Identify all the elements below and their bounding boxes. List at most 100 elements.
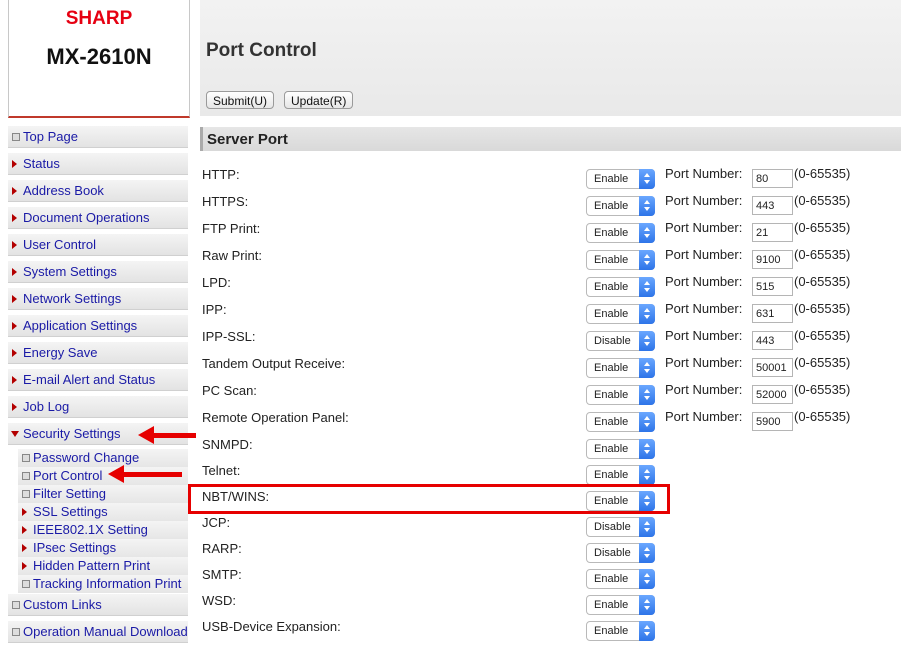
ipp-ssl-port-input[interactable]: 443	[752, 331, 793, 350]
port-number-label: Port Number:	[665, 355, 743, 370]
jcp-select[interactable]: Disable	[586, 517, 655, 537]
sidebar-item-network-settings[interactable]: Network Settings	[8, 288, 188, 310]
select-value: Enable	[594, 573, 629, 585]
sidebar-subitem-tracking-information-print[interactable]: Tracking Information Print	[18, 575, 188, 593]
smtp-select[interactable]: Enable	[586, 569, 655, 589]
sidebar-subitem-label: IEEE802.1X Setting	[33, 522, 148, 537]
sidebar-item-label: Document Operations	[23, 210, 150, 225]
sidebar-item-system-settings[interactable]: System Settings	[8, 261, 188, 283]
sidebar-subitem-ieee802-1x-setting[interactable]: IEEE802.1X Setting	[18, 521, 188, 539]
triangle-right-icon	[12, 268, 17, 276]
sidebar-subitem-label: SSL Settings	[33, 504, 108, 519]
port-range-label: (0-65535)	[794, 247, 851, 262]
sidebar-subitem-hidden-pattern-print[interactable]: Hidden Pattern Print	[18, 557, 188, 575]
square-bullet-icon	[22, 472, 30, 480]
raw-print-port-input[interactable]: 9100	[752, 250, 793, 269]
sidebar-item-operation-manual-download[interactable]: Operation Manual Download	[8, 621, 188, 643]
select-value: Enable	[594, 443, 629, 455]
sidebar-item-label: E-mail Alert and Status	[23, 372, 156, 387]
port-range-label: (0-65535)	[794, 220, 851, 235]
sidebar-item-top-page[interactable]: Top Page	[8, 126, 188, 148]
port-number-label: Port Number:	[665, 301, 743, 316]
sidebar-subitem-label: IPsec Settings	[33, 540, 117, 555]
sidebar-item-application-settings[interactable]: Application Settings	[8, 315, 188, 337]
https-select[interactable]: Enable	[586, 196, 655, 216]
row-label-wsd: WSD:	[202, 593, 236, 608]
sidebar-subitem-filter-setting[interactable]: Filter Setting	[18, 485, 188, 503]
row-label-http: HTTP:	[202, 167, 240, 182]
pc-scan-select[interactable]: Enable	[586, 385, 655, 405]
sidebar-item-energy-save[interactable]: Energy Save	[8, 342, 188, 364]
port-range-label: (0-65535)	[794, 355, 851, 370]
square-bullet-icon	[12, 628, 20, 636]
telnet-select[interactable]: Enable	[586, 465, 655, 485]
lpd-select[interactable]: Enable	[586, 277, 655, 297]
sidebar-item-document-operations[interactable]: Document Operations	[8, 207, 188, 229]
snmpd-select[interactable]: Enable	[586, 439, 655, 459]
https-port-input[interactable]: 443	[752, 196, 793, 215]
triangle-right-icon	[12, 376, 17, 384]
tandem-output-receive-port-input[interactable]: 50001	[752, 358, 793, 377]
triangle-right-icon	[12, 322, 17, 330]
submit-button[interactable]: Submit(U)	[206, 91, 275, 109]
remote-operation-panel-port-input[interactable]: 5900	[752, 412, 793, 431]
row-label-https: HTTPS:	[202, 194, 249, 209]
select-value: Enable	[594, 416, 629, 428]
row-label-smtp: SMTP:	[202, 567, 242, 582]
sidebar-item-status[interactable]: Status	[8, 153, 188, 175]
usb-device-expansion-select[interactable]: Enable	[586, 621, 655, 641]
triangle-right-icon	[22, 526, 27, 534]
select-value: Enable	[594, 362, 629, 374]
http-select[interactable]: Enable	[586, 169, 655, 189]
sidebar-subitem-label: Hidden Pattern Print	[33, 558, 151, 573]
select-chevron-icon	[639, 331, 655, 351]
port-number-label: Port Number:	[665, 328, 743, 343]
annotation-arrow-security-settings	[138, 426, 196, 444]
port-number-label: Port Number:	[665, 166, 743, 181]
ipp-select[interactable]: Enable	[586, 304, 655, 324]
row-label-tandem-output-receive: Tandem Output Receive:	[202, 356, 346, 371]
row-label-ftp-print: FTP Print:	[202, 221, 261, 236]
sidebar-item-job-log[interactable]: Job Log	[8, 396, 188, 418]
ftp-print-select[interactable]: Enable	[586, 223, 655, 243]
ftp-print-port-input[interactable]: 21	[752, 223, 793, 242]
row-label-remote-operation-panel: Remote Operation Panel:	[202, 410, 349, 425]
raw-print-select[interactable]: Enable	[586, 250, 655, 270]
port-range-label: (0-65535)	[794, 274, 851, 289]
sidebar-item-label: Top Page	[23, 129, 78, 144]
sidebar-subitem-ssl-settings[interactable]: SSL Settings	[18, 503, 188, 521]
sidebar-item-user-control[interactable]: User Control	[8, 234, 188, 256]
section-header: Server Port	[200, 127, 901, 151]
port-number-label: Port Number:	[665, 409, 743, 424]
remote-operation-panel-select[interactable]: Enable	[586, 412, 655, 432]
port-range-label: (0-65535)	[794, 166, 851, 181]
select-value: Enable	[594, 469, 629, 481]
brand-logo: SHARP	[65, 8, 133, 29]
row-label-ipp: IPP:	[202, 302, 227, 317]
triangle-right-icon	[12, 241, 17, 249]
select-value: Enable	[594, 227, 629, 239]
lpd-port-input[interactable]: 515	[752, 277, 793, 296]
wsd-select[interactable]: Enable	[586, 595, 655, 615]
tandem-output-receive-select[interactable]: Enable	[586, 358, 655, 378]
select-chevron-icon	[639, 223, 655, 243]
triangle-right-icon	[12, 295, 17, 303]
sidebar-item-custom-links[interactable]: Custom Links	[8, 594, 188, 616]
port-range-label: (0-65535)	[794, 328, 851, 343]
http-port-input[interactable]: 80	[752, 169, 793, 188]
ipp-port-input[interactable]: 631	[752, 304, 793, 323]
ipp-ssl-select[interactable]: Disable	[586, 331, 655, 351]
update-button[interactable]: Update(R)	[284, 91, 354, 109]
model-name: MX-2610N	[46, 44, 152, 69]
rarp-select[interactable]: Disable	[586, 543, 655, 563]
highlight-box-nbt-wins	[188, 484, 670, 514]
sidebar-item-address-book[interactable]: Address Book	[8, 180, 188, 202]
sidebar-item-e-mail-alert-and-status[interactable]: E-mail Alert and Status	[8, 369, 188, 391]
sidebar-subitem-label: Port Control	[33, 468, 103, 483]
triangle-right-icon	[12, 349, 17, 357]
select-chevron-icon	[639, 196, 655, 216]
pc-scan-port-input[interactable]: 52000	[752, 385, 793, 404]
sidebar-subitem-ipsec-settings[interactable]: IPsec Settings	[18, 539, 188, 557]
triangle-down-icon	[11, 431, 19, 437]
sidebar-subitem-password-change[interactable]: Password Change	[18, 449, 188, 467]
